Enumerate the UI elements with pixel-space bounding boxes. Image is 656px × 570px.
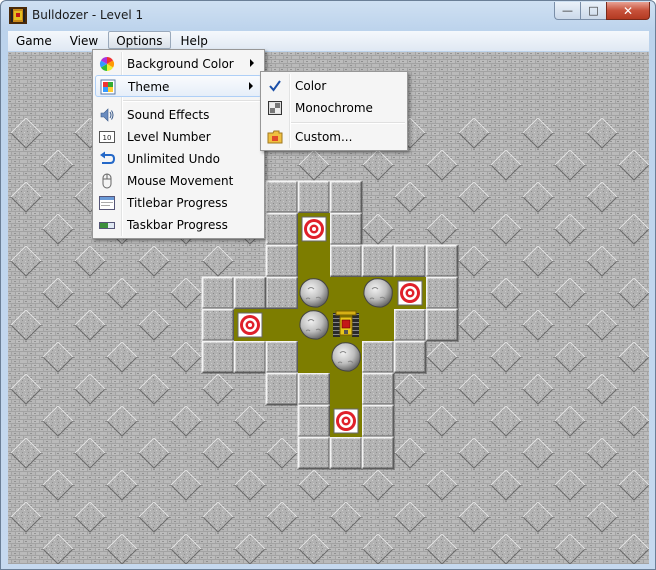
close-icon: ✕ <box>623 5 633 17</box>
wall-block <box>234 277 266 309</box>
menu-item-label: Unlimited Undo <box>127 152 220 166</box>
wall-block <box>266 373 298 405</box>
menu-item-unlimited-undo[interactable]: Unlimited Undo <box>95 148 262 170</box>
wall-block <box>394 341 426 373</box>
wall-block <box>330 437 362 469</box>
bulldozer-icon <box>333 311 359 337</box>
menu-options[interactable]: Options <box>108 31 170 49</box>
wall-block <box>362 437 394 469</box>
wall-block <box>426 309 458 341</box>
menu-view[interactable]: View <box>62 31 106 49</box>
wall-block <box>298 437 330 469</box>
theme-icon <box>100 79 116 95</box>
menu-item-background-color[interactable]: Background Color <box>95 53 262 75</box>
menu-item-label: Taskbar Progress <box>127 218 228 232</box>
rock-icon <box>300 311 328 339</box>
wall-block <box>298 373 330 405</box>
wall-block <box>426 277 458 309</box>
menu-game[interactable]: Game <box>8 31 60 49</box>
bulldozer <box>333 311 359 337</box>
target-icon <box>398 281 422 305</box>
wall-block <box>266 341 298 373</box>
menu-item-label: Monochrome <box>295 101 373 115</box>
maximize-button[interactable]: □ <box>580 2 606 20</box>
wall-block <box>298 181 330 213</box>
folder-icon <box>267 129 283 145</box>
level-number-icon: 10 <box>99 129 115 145</box>
menu-item-taskbar-progress[interactable]: Taskbar Progress <box>95 214 262 236</box>
menu-item-label: Titlebar Progress <box>127 196 228 210</box>
wall-block <box>234 341 266 373</box>
wall-block <box>362 405 394 437</box>
window-title: Bulldozer - Level 1 <box>32 8 143 22</box>
menu-item-theme[interactable]: Theme <box>95 75 262 97</box>
mouse-icon <box>99 173 115 189</box>
wall-block <box>330 181 362 213</box>
floor-tile <box>330 373 362 405</box>
menu-item-monochrome[interactable]: Monochrome <box>263 97 405 119</box>
menu-help[interactable]: Help <box>173 31 216 49</box>
wall-block <box>394 245 426 277</box>
floor-tile <box>330 277 362 309</box>
wall-block <box>394 309 426 341</box>
floor-tile <box>298 341 330 373</box>
checkmark-icon <box>267 78 283 94</box>
floor-tile <box>298 245 330 277</box>
svg-text:10: 10 <box>103 134 112 142</box>
rock-icon <box>300 279 328 307</box>
wall-block <box>202 277 234 309</box>
close-button[interactable]: ✕ <box>606 2 650 20</box>
menu-item-level-number[interactable]: 10 Level Number <box>95 126 262 148</box>
titlebar[interactable]: Bulldozer - Level 1 — □ ✕ <box>1 1 655 31</box>
menu-item-label: Level Number <box>127 130 211 144</box>
menu-item-sound-effects[interactable]: Sound Effects <box>95 104 262 126</box>
menu-item-titlebar-progress[interactable]: Titlebar Progress <box>95 192 262 214</box>
caption-buttons: — □ ✕ <box>554 2 650 22</box>
menu-item-label: Color <box>295 79 326 93</box>
rock-icon <box>364 279 392 307</box>
wall-block <box>330 213 362 245</box>
wall-block <box>266 213 298 245</box>
speaker-icon <box>99 107 115 123</box>
rock-icon <box>332 343 360 371</box>
color-wheel-icon <box>99 56 115 72</box>
undo-icon <box>99 151 115 167</box>
titlebar-icon <box>99 195 115 211</box>
floor-tile <box>266 309 298 341</box>
wall-block <box>266 181 298 213</box>
taskbar-icon <box>99 217 115 233</box>
wall-block <box>298 405 330 437</box>
bulldozer-app-icon <box>9 7 27 24</box>
maximize-icon: □ <box>588 5 598 16</box>
wall-block <box>202 309 234 341</box>
menu-item-label: Sound Effects <box>127 108 209 122</box>
wall-block <box>266 245 298 277</box>
wall-block <box>266 277 298 309</box>
submenu-arrow-icon <box>250 59 254 67</box>
submenu-arrow-icon <box>249 82 253 90</box>
wall-block <box>202 341 234 373</box>
minimize-icon: — <box>562 5 573 16</box>
minimize-button[interactable]: — <box>554 2 580 20</box>
wall-block <box>362 245 394 277</box>
wall-block <box>330 245 362 277</box>
menu-item-label: Background Color <box>127 57 234 71</box>
monochrome-icon <box>267 100 283 116</box>
theme-submenu: Color Monochrome Custom... <box>260 71 408 151</box>
menu-item-label: Mouse Movement <box>127 174 233 188</box>
target-icon <box>238 313 262 337</box>
menu-item-color[interactable]: Color <box>263 75 405 97</box>
wall-block <box>426 245 458 277</box>
target-icon <box>302 217 326 241</box>
target-icon <box>334 409 358 433</box>
menu-item-label: Theme <box>128 80 169 94</box>
menu-item-mouse-movement[interactable]: Mouse Movement <box>95 170 262 192</box>
floor-tile <box>362 309 394 341</box>
menu-item-label: Custom... <box>295 130 352 144</box>
wall-block <box>362 341 394 373</box>
options-menu: Background Color Theme Sound Effects 10 … <box>92 49 265 239</box>
menubar: Game View Options Help <box>8 31 649 51</box>
wall-block <box>362 373 394 405</box>
menu-item-custom[interactable]: Custom... <box>263 126 405 148</box>
